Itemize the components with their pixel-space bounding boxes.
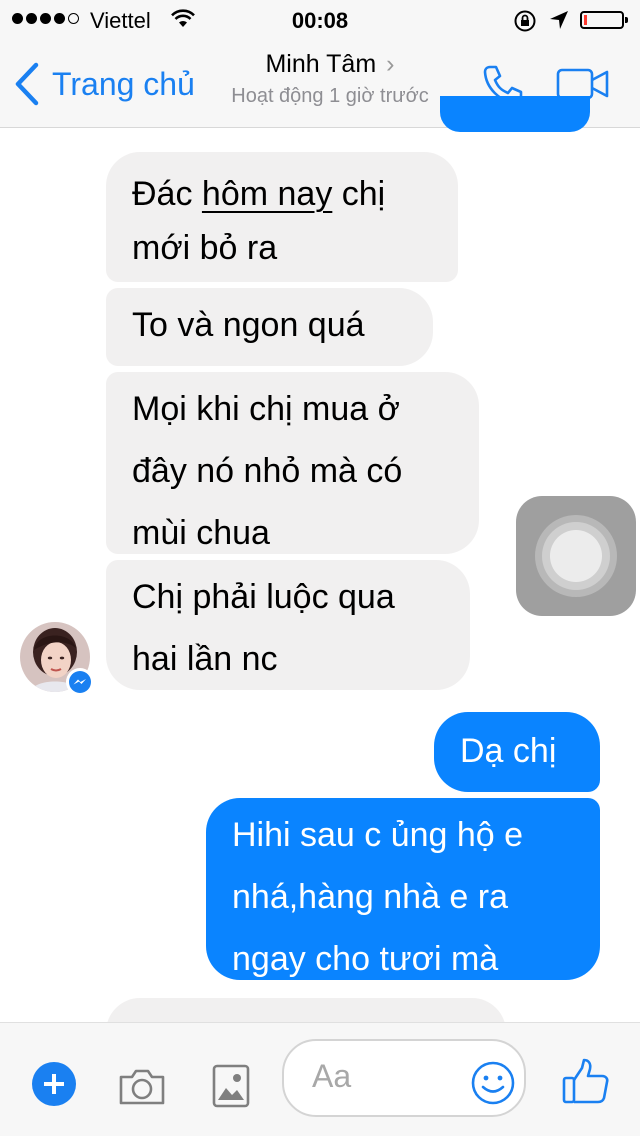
gallery-button[interactable] — [212, 1064, 250, 1113]
message-bubble-outgoing[interactable]: Dạ chị — [434, 712, 600, 792]
message-bubble-partial — [440, 96, 590, 132]
message-bubble-outgoing[interactable]: Hihi sau c ủng hộ e nhá,hàng nhà e ra ng… — [206, 798, 600, 980]
date-link[interactable]: hôm nay — [202, 175, 332, 213]
contact-info[interactable]: Minh Tâm › Hoạt động 1 giờ trước — [200, 50, 460, 108]
back-button[interactable]: Trang chủ — [14, 62, 195, 106]
composer-bar: Aa — [0, 1022, 640, 1136]
status-bar: Viettel 00:08 — [0, 0, 640, 40]
assistive-touch-button[interactable] — [516, 496, 636, 616]
chevron-right-icon: › — [386, 50, 395, 78]
battery-icon — [580, 11, 628, 29]
message-bubble-incoming[interactable]: To và ngon quá — [106, 288, 433, 366]
plus-icon[interactable] — [32, 1062, 76, 1106]
emoji-button[interactable] — [470, 1060, 516, 1111]
message-input-placeholder: Aa — [312, 1058, 352, 1094]
messenger-icon — [66, 668, 94, 696]
contact-status: Hoạt động 1 giờ trước — [231, 85, 429, 107]
lock-rotation-icon — [513, 9, 537, 39]
emoji-icon — [471, 1061, 515, 1105]
location-icon — [549, 10, 569, 36]
thumbs-up-icon — [562, 1058, 609, 1104]
camera-button[interactable] — [117, 1067, 167, 1112]
screen: Viettel 00:08 Trang chủ Minh Tâm › Hoạt … — [0, 0, 640, 1136]
message-bubble-incoming[interactable]: Đác hôm nay chị mới bỏ ra — [106, 152, 458, 282]
camera-icon — [119, 1069, 165, 1105]
clock: 00:08 — [291, 8, 349, 33]
image-icon — [212, 1064, 250, 1108]
like-button[interactable] — [562, 1058, 610, 1111]
message-bubble-incoming[interactable]: Mọi khi chị mua ở đây nó nhỏ mà có mùi c… — [106, 372, 479, 554]
back-label: Trang chủ — [52, 65, 195, 102]
contact-name: Minh Tâm — [265, 50, 377, 78]
back-chevron-icon — [15, 62, 39, 106]
message-bubble-incoming[interactable]: Chị phải luộc qua hai lần nc — [106, 560, 470, 690]
